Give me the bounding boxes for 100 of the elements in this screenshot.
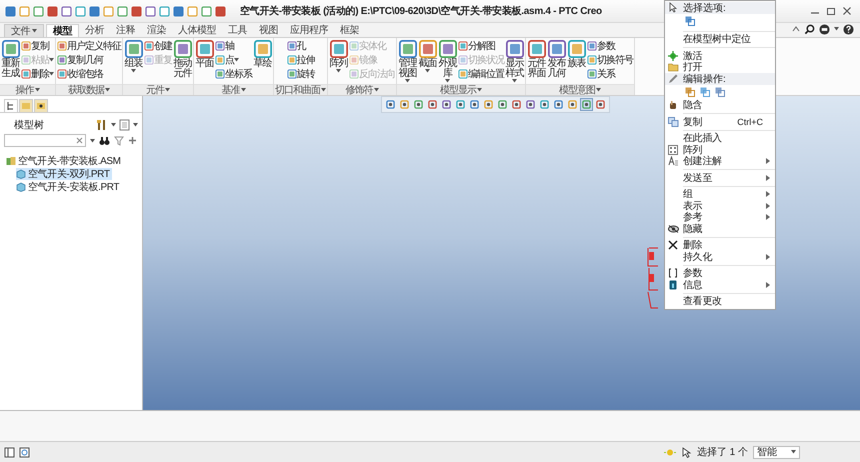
ribbon-tab[interactable]: 框架 — [334, 24, 365, 37]
menu-item[interactable]: 阵列 — [665, 144, 775, 156]
ribbon-button[interactable]: 坐标系 — [215, 67, 252, 80]
group-label[interactable]: 基准 — [194, 84, 273, 95]
ribbon-tab[interactable]: 视图 — [253, 24, 284, 37]
view-tool-button[interactable] — [524, 98, 537, 111]
tree-item[interactable]: 空气开关-带安装板.ASM — [6, 155, 123, 167]
ribbon-button[interactable]: 点 — [215, 53, 252, 66]
group-label[interactable]: 元件 — [123, 84, 193, 95]
ribbon-tab[interactable]: 工具 — [222, 24, 253, 37]
menu-item[interactable]: 在模型树中定位 — [665, 34, 775, 45]
action-icon[interactable] — [684, 15, 696, 27]
menu-item[interactable]: 参考 — [665, 212, 775, 223]
ribbon-tab[interactable]: 人体模型 — [172, 24, 222, 37]
toolbar-button[interactable] — [158, 4, 170, 18]
view-tool-button[interactable] — [440, 98, 453, 111]
restore-icon[interactable] — [826, 6, 836, 16]
toolbar-button[interactable] — [4, 4, 16, 18]
search-field[interactable] — [4, 134, 86, 147]
search-icon[interactable] — [804, 24, 815, 34]
ribbon-button[interactable]: 截面 — [418, 39, 437, 83]
ribbon-button[interactable]: 删除 — [21, 67, 54, 80]
file-menu-tab[interactable]: 文件 — [4, 24, 44, 37]
view-tool-button[interactable] — [426, 98, 439, 111]
ribbon-button[interactable]: 复制几何 — [57, 53, 121, 66]
toolbar-button[interactable] — [130, 4, 142, 18]
ribbon-button[interactable]: 孔 — [286, 39, 314, 52]
menu-item[interactable]: 删除 — [665, 240, 775, 251]
toolbar-button[interactable] — [200, 4, 212, 18]
ribbon-button[interactable]: 阵列 — [329, 39, 348, 83]
ribbon-button[interactable]: 组装 — [124, 39, 143, 83]
ribbon-button[interactable]: 显示样式 — [505, 39, 524, 83]
ribbon-button[interactable]: 平面 — [195, 39, 214, 83]
view-tool-button[interactable] — [398, 98, 411, 111]
menu-item[interactable]: 打开 — [665, 62, 775, 73]
menu-item[interactable]: 复制 Ctrl+C — [665, 116, 775, 128]
group-label[interactable]: 获取数据 — [56, 84, 122, 95]
ribbon-button[interactable]: 族表 — [567, 39, 586, 83]
browser-icon[interactable] — [19, 446, 30, 458]
menu-item[interactable]: 创建注解 — [665, 156, 775, 167]
view-tool-button[interactable] — [454, 98, 467, 111]
ribbon-tab[interactable]: 渲染 — [141, 24, 172, 37]
ribbon-button[interactable]: 拖动元件 — [173, 39, 192, 83]
group-label[interactable]: 修饰符 — [328, 84, 396, 95]
ribbon-button[interactable]: 旋转 — [286, 67, 314, 80]
add-icon[interactable] — [128, 136, 137, 145]
toolbar-button[interactable] — [214, 4, 226, 18]
group-label[interactable]: 模型显示 — [397, 84, 525, 95]
ribbon-button[interactable]: 复制 — [21, 39, 54, 52]
toolbar-button[interactable] — [88, 4, 100, 18]
menu-item[interactable]: 发送至 — [665, 172, 775, 184]
view-tool-button[interactable] — [580, 98, 593, 111]
menu-item[interactable]: 激活 — [665, 50, 775, 62]
view-tool-button[interactable] — [510, 98, 523, 111]
ribbon-button[interactable]: 草绘 — [253, 39, 272, 83]
group-label[interactable]: 切口和曲面 — [274, 84, 327, 95]
toolbar-button[interactable] — [116, 4, 128, 18]
view-tool-button[interactable] — [482, 98, 495, 111]
ribbon-button[interactable]: 轴 — [215, 39, 252, 52]
toolbar-button[interactable] — [32, 4, 44, 18]
help-icon[interactable] — [843, 24, 854, 34]
action-icon[interactable] — [684, 86, 696, 98]
ribbon-button[interactable]: 发布几何 — [547, 39, 566, 83]
view-tool-button[interactable] — [468, 98, 481, 111]
menu-item[interactable]: 在此插入 — [665, 132, 775, 144]
ribbon-button[interactable]: 重新生成 — [1, 39, 20, 83]
menu-item[interactable]: 隐含 — [665, 100, 775, 111]
group-label[interactable]: 操作 — [0, 84, 55, 95]
tree-item[interactable]: 空气开关-安装板.PRT — [16, 181, 122, 193]
ribbon-button[interactable]: 切换符号 — [587, 53, 633, 66]
filter-icon[interactable] — [114, 136, 124, 146]
tree-tab[interactable] — [34, 99, 48, 112]
collapse-icon[interactable] — [792, 25, 800, 33]
view-tool-button[interactable] — [412, 98, 425, 111]
ribbon-button[interactable]: 关系 — [587, 67, 633, 80]
toolbar-button[interactable] — [144, 4, 156, 18]
view-tool-button[interactable] — [566, 98, 579, 111]
ribbon-button[interactable]: 用户定义特征 — [57, 39, 121, 52]
toolbar-button[interactable] — [60, 4, 72, 18]
tree-item[interactable]: 空气开关-双列.PRT — [16, 168, 112, 180]
group-label[interactable]: 模型意图 — [526, 84, 634, 95]
action-icon[interactable] — [699, 86, 711, 98]
filter-dropdown[interactable]: 智能 — [753, 446, 800, 458]
ribbon-button[interactable]: 创建 — [144, 39, 172, 52]
clear-icon[interactable] — [76, 137, 83, 144]
tree-tab[interactable] — [4, 99, 18, 112]
view-tool-button[interactable] — [384, 98, 397, 111]
toolbar-button[interactable] — [172, 4, 184, 18]
community-icon[interactable] — [819, 24, 830, 34]
menu-item[interactable]: 信息 — [665, 279, 775, 290]
ribbon-button[interactable]: 外观库 — [438, 39, 457, 83]
menu-item[interactable]: 组 — [665, 188, 775, 200]
toolbar-button[interactable] — [46, 4, 58, 18]
close-icon[interactable] — [842, 6, 852, 16]
menu-item[interactable]: 查看更改 — [665, 296, 775, 307]
menu-item[interactable]: 表示 — [665, 200, 775, 212]
document-icon[interactable] — [119, 119, 130, 131]
ribbon-button[interactable]: 编辑位置 — [458, 67, 504, 80]
ribbon-tab[interactable]: 注释 — [110, 24, 141, 37]
ribbon-button[interactable]: 分解图 — [458, 39, 504, 52]
